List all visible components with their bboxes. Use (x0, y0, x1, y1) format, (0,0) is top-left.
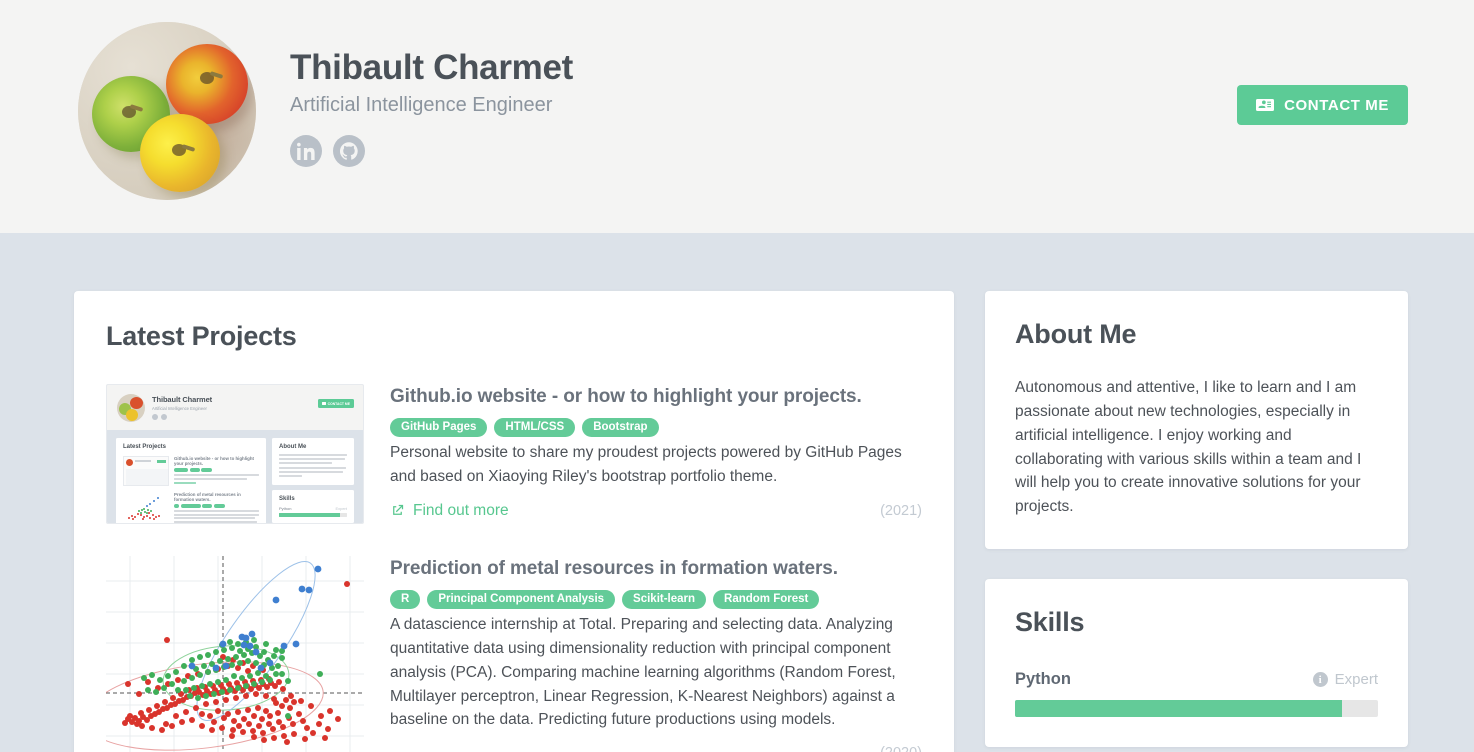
github-icon (340, 142, 358, 161)
project-tags: GitHub Pages HTML/CSS Bootstrap (390, 417, 922, 438)
mini-github-icon (160, 413, 167, 420)
mini-linkedin-icon (152, 413, 158, 420)
project-item: Prediction of metal resources in formati… (106, 524, 922, 752)
project-description: Personal website to share my proudest pr… (390, 444, 902, 486)
social-link-linkedin[interactable] (290, 135, 322, 168)
project-title: Prediction of metal resources in formati… (390, 558, 838, 579)
project-tag[interactable]: HTML/CSS (494, 417, 576, 438)
project-tag[interactable]: Random Forest (713, 589, 820, 610)
mini-about-title: About Me (279, 444, 307, 450)
project-year: (2021) (880, 502, 922, 519)
mini-page-preview: Thibault Charmet Artificial Intelligence… (107, 385, 363, 523)
mini-role: Artificial Intelligence Engineer (152, 405, 207, 411)
skill-name: Python (1015, 670, 1071, 689)
find-out-more-label: Find out more (413, 501, 509, 519)
project-tag[interactable]: Scikit-learn (622, 589, 707, 610)
skills-card: Skills Python i Expert (985, 579, 1408, 748)
about-me-text: Autonomous and attentive, I like to lear… (1015, 379, 1362, 516)
project-thumbnail-portfolio[interactable]: Thibault Charmet Artificial Intelligence… (106, 384, 364, 524)
linkedin-icon (297, 143, 315, 161)
page-body: Latest Projects Thibault Charmet Artific… (0, 233, 1474, 752)
mini-skill-name: Python (279, 506, 292, 512)
apple-yellow-icon (140, 114, 220, 192)
mini-thumb-1 (123, 456, 169, 486)
pca-scatter-chart (106, 556, 364, 752)
about-me-title: About Me (1015, 319, 1137, 349)
about-me-card: About Me Autonomous and attentive, I lik… (985, 291, 1408, 550)
pca-scatter-svg (106, 556, 364, 752)
apple-red-icon (166, 44, 248, 124)
mini-project-1-title: Github.io website - or how to highlight … (174, 456, 254, 467)
project-tag[interactable]: Principal Component Analysis (427, 589, 616, 610)
mini-skills-title: Skills (279, 496, 295, 503)
project-year: (2020) (880, 745, 922, 752)
avatar (78, 22, 256, 200)
latest-projects-title: Latest Projects (106, 321, 297, 351)
mini-id-card-icon (321, 402, 326, 405)
mini-thumb-2 (123, 492, 169, 523)
project-title: Github.io website - or how to highlight … (390, 386, 862, 407)
sidebar: About Me Autonomous and attentive, I lik… (985, 291, 1408, 748)
site-header: Thibault Charmet Artificial Intelligence… (0, 0, 1474, 233)
project-tag[interactable]: Bootstrap (582, 417, 659, 438)
page-subtitle: Artificial Intelligence Engineer (290, 94, 553, 117)
skill-level[interactable]: i Expert (1312, 671, 1378, 689)
external-link-icon (393, 505, 404, 516)
skill-row-python: Python i Expert (1015, 670, 1378, 689)
skill-level-label: Expert (1334, 671, 1378, 689)
contact-me-label: CONTACT ME (1284, 96, 1389, 114)
skills-title: Skills (1015, 607, 1085, 638)
project-tag[interactable]: GitHub Pages (390, 417, 488, 438)
info-icon[interactable]: i (1312, 672, 1328, 688)
mini-name: Thibault Charmet (152, 395, 213, 405)
mini-skills-card: Skills Python Expert (272, 490, 354, 523)
skill-progress-track (1015, 700, 1378, 718)
project-tags: R Principal Component Analysis Scikit-le… (390, 589, 922, 610)
contact-me-button[interactable]: CONTACT ME (1237, 85, 1408, 125)
latest-projects-card: Latest Projects Thibault Charmet Artific… (74, 291, 954, 752)
mini-contact-button: CONTACT ME (317, 399, 354, 408)
social-link-github[interactable] (333, 135, 365, 168)
project-thumbnail-pca[interactable] (106, 556, 364, 752)
page-title: Thibault Charmet (290, 48, 573, 87)
project-description: A datascience internship at Total. Prepa… (390, 616, 896, 729)
mini-skill-level: Expert (335, 506, 347, 512)
id-card-icon (1256, 99, 1275, 111)
project-item: Thibault Charmet Artificial Intelligence… (106, 352, 922, 524)
find-out-more-link[interactable]: Find out more (390, 502, 509, 520)
mini-projects-title: Latest Projects (123, 444, 167, 450)
mini-projects-card: Latest Projects Github.io website - or h (116, 438, 266, 523)
mini-project-2-title: Prediction of metal resources in formati… (174, 492, 241, 503)
project-tag[interactable]: R (390, 589, 421, 610)
social-links (290, 135, 573, 168)
mini-about-card: About Me (272, 438, 354, 486)
skill-progress-fill (1015, 700, 1342, 718)
